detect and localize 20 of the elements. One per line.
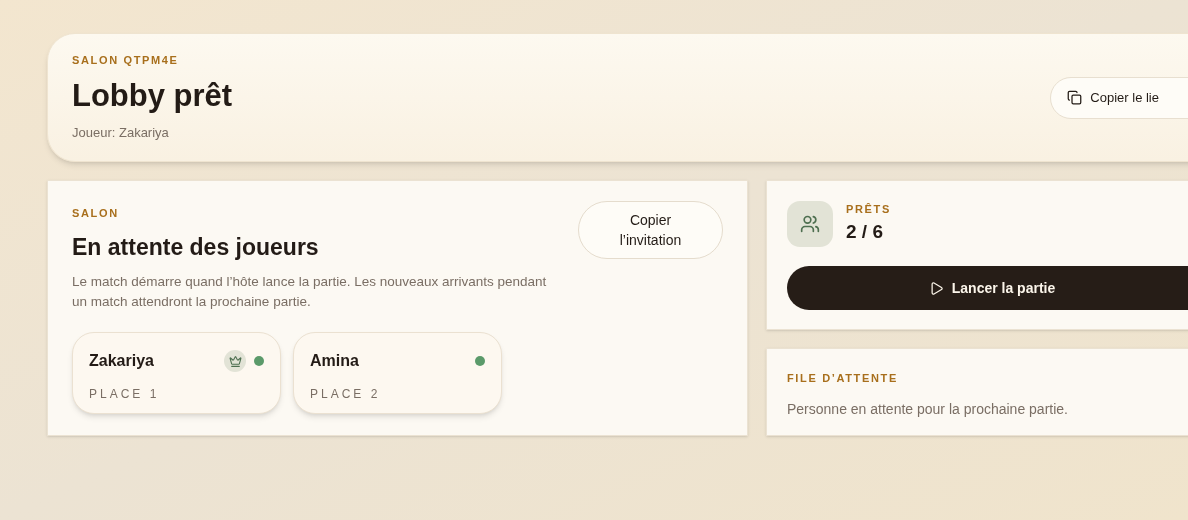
copy-link-button[interactable]: Copier le lie [1050,76,1188,119]
page-title: Lobby prêt [72,76,233,115]
play-icon [928,280,944,296]
lobby-description: Le match démarre quand l’hôte lance la partie. Les nouveaux arrivants pendant un match attendront la prochaine partie. [72,273,548,311]
ready-count: 2 / 6 [846,219,884,244]
player-name: Amina [310,351,359,371]
player-name: Joueur: Zakariya [72,124,170,143]
player-place: PLACE 1 [89,386,161,403]
queue-message: Personne en attente pour la prochaine partie. [787,399,1069,419]
player-place: PLACE 2 [310,386,382,403]
start-game-button[interactable]: Lancer la partie [787,266,1188,310]
ready-label: PRÊTS [846,202,891,217]
users-icon [787,201,833,247]
room-code: SALON QTPM4E [72,53,180,69]
section-title: En attente des joueurs [72,232,320,262]
player-name: Zakariya [89,351,154,371]
copy-icon [1067,90,1083,105]
copy-invite-button[interactable]: Copier l’invitation [578,201,723,259]
section-label: SALON [72,206,120,221]
queue-label: FILE D’ATTENTE [787,371,899,386]
